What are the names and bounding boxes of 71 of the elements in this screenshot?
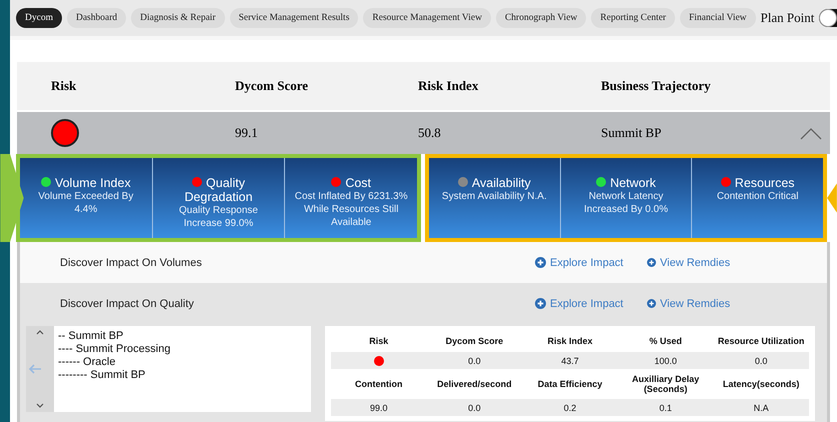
summary-row[interactable]: 99.1 50.8 Summit BP <box>17 110 830 154</box>
impact-label: Discover Impact On Volumes <box>59 256 203 268</box>
arrow-left-icon <box>28 364 42 374</box>
scroll-up-icon[interactable] <box>36 330 44 335</box>
kpi-title: Availability <box>429 176 560 190</box>
column-header: Contention <box>354 378 404 391</box>
scrollbar[interactable] <box>26 326 54 412</box>
kpi-title: Resources <box>692 176 824 190</box>
plus-icon <box>647 258 656 267</box>
table-cell-text: 0.2 <box>562 402 578 414</box>
kpi-tile[interactable]: Resources Contention Critical <box>691 158 824 238</box>
plus-icon <box>647 299 656 308</box>
nav-tab[interactable]: Dashboard <box>66 8 126 28</box>
tree-item[interactable]: ---- Summit Processing <box>58 343 170 356</box>
kpi-tile[interactable]: Quality Degradation Quality Response Increase 99.0% <box>152 158 284 238</box>
kpi-tile[interactable]: Cost Cost Inflated By 6231.3% While Resources Still Available <box>284 158 418 238</box>
chevron-icon[interactable] <box>800 128 822 140</box>
kpi-detail: Network Latency Increased By 0.0% <box>583 190 669 216</box>
column-header: % Used <box>648 334 683 348</box>
table-cell-text: 0.1 <box>658 402 673 414</box>
table-cell-text: 100.0 <box>653 354 678 368</box>
business-trajectory: Summit BP <box>601 125 662 141</box>
nav-tab[interactable]: Dycom <box>16 8 62 28</box>
nav-tab[interactable]: Service Management Results <box>230 8 358 28</box>
column-header: Latency(seconds) <box>722 378 800 391</box>
column-header: Business Trajectory <box>601 78 712 94</box>
kpi-title: Volume Index <box>20 176 152 190</box>
table-cell-text: 43.7 <box>560 354 580 368</box>
kpi-detail: Contention Critical <box>716 190 800 203</box>
scroll-down-icon[interactable] <box>36 403 44 408</box>
tree-item[interactable]: ------ Oracle <box>58 356 170 369</box>
kpi-title: Network <box>560 176 692 190</box>
nav-tab[interactable]: Financial View <box>680 8 756 28</box>
column-header: Data Efficiency <box>536 378 604 391</box>
column-header: Risk Index <box>546 334 594 348</box>
kpi-detail: Volume Exceeded By 4.4% <box>37 190 134 216</box>
column-header: Risk Index <box>418 78 480 94</box>
column-header: Auxilliary Delay (Seconds) <box>631 373 700 396</box>
column-header: Delivered/second <box>436 378 513 391</box>
plan-point-label: Plan Point <box>760 10 814 26</box>
table-cell-text: 0.0 <box>754 354 768 368</box>
nav-tab[interactable]: Chronograph View <box>496 8 586 28</box>
nav-tab[interactable]: Reporting Center <box>591 8 675 28</box>
kpi-tile[interactable]: Network Network Latency Increased By 0.0% <box>560 158 692 238</box>
kpi-detail: System Availability N.A. <box>440 190 548 203</box>
column-header: Dycom Score <box>444 334 504 348</box>
dycom-score: 99.1 <box>235 125 259 141</box>
table-cell-text: 0.0 <box>467 402 482 414</box>
column-header: Dycom Score <box>235 78 310 94</box>
impact-label: Discover Impact On Quality <box>59 298 195 310</box>
kpi-detail: Quality Response Increase 99.0% <box>178 204 259 230</box>
plus-icon <box>535 298 546 309</box>
column-header: Resource Utilization <box>716 334 806 348</box>
column-header: Risk <box>368 334 390 348</box>
table-cell-text: 99.0 <box>369 402 389 414</box>
kpi-title: Quality Degradation <box>183 176 254 204</box>
nav-tab[interactable]: Resource Management View <box>363 8 491 28</box>
tree-item[interactable]: -- Summit BP <box>58 330 170 343</box>
tree-item[interactable]: -------- Summit BP <box>58 369 170 382</box>
table-cell-text: 0.0 <box>467 354 482 368</box>
plus-icon <box>535 257 546 268</box>
kpi-tile[interactable]: Volume Index Volume Exceeded By 4.4% <box>20 158 152 238</box>
kpi-tile[interactable]: Availability System Availability N.A. <box>429 158 560 238</box>
column-header: Risk <box>50 78 78 94</box>
kpi-title: Cost <box>285 176 418 190</box>
risk-index: 50.8 <box>418 125 442 141</box>
view-remedies-link[interactable]: View Remdies <box>647 256 730 268</box>
kpi-detail: Cost Inflated By 6231.3% While Resources Still Available <box>294 190 409 229</box>
nav-tab[interactable]: Diagnosis & Repair <box>131 8 225 28</box>
table-cell-text: N.A <box>752 402 770 414</box>
explore-impact-link[interactable]: Explore Impact <box>535 256 647 268</box>
